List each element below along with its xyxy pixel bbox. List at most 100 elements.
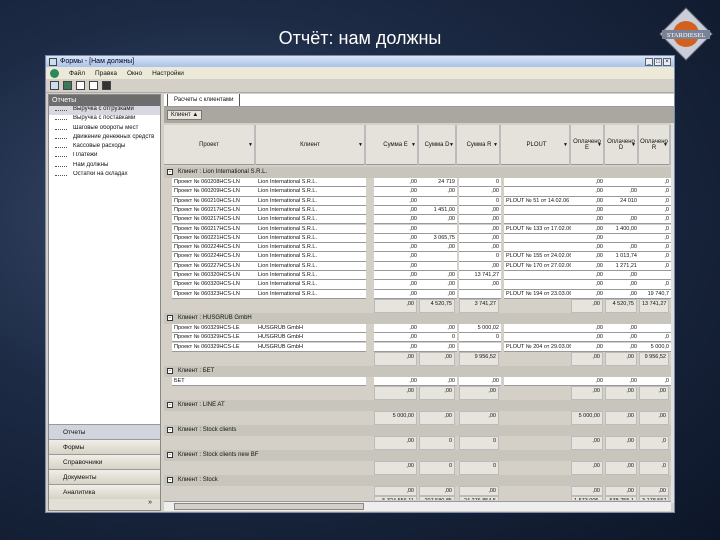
table-row[interactable]: Проект № 060210HCS-LN Lion International … [164, 196, 671, 206]
table-row[interactable]: Проект № 060217HCS-LN Lion International … [164, 224, 671, 234]
table-cell: ,00 [571, 233, 605, 244]
tree-item[interactable]: Шаговые обороты мест [49, 125, 160, 134]
total-cell: ,00 [374, 298, 417, 313]
table-row[interactable]: Проект № 060224HCS-LN Lion International … [164, 252, 671, 262]
maximize-button[interactable]: □ [654, 57, 662, 66]
nav-button[interactable]: Справочники [49, 454, 160, 469]
total-cell: 9 956,52 [459, 351, 499, 366]
table-cell: ,00 [374, 196, 419, 206]
table-cell: ,00 [374, 252, 419, 262]
table-row[interactable]: Проект № 060217HCS-LN Lion International … [164, 215, 671, 225]
report-area: Расчеты с клиентами Клиент ▲ Проект ▼ Клие… [164, 94, 674, 511]
total-cell: ,00 [571, 486, 603, 497]
dropdown-arrow-icon[interactable]: ▼ [597, 142, 602, 148]
grand-total-cell: 3 178 557, [639, 496, 669, 500]
dropdown-arrow-icon[interactable]: ▼ [358, 142, 363, 148]
table-cell: 0 [459, 333, 501, 343]
table-row[interactable]: Проект № 060329HCS-LE HUSGRUB GmbH ,00,00 P… [164, 342, 671, 352]
scroll-thumb[interactable] [174, 503, 364, 510]
table-cell: ,00 [459, 280, 501, 290]
nav-button[interactable]: Документы [49, 469, 160, 484]
group-row[interactable]: − Клиент : Stock [164, 475, 671, 487]
group-row[interactable]: − Клиент : Lion International S.R.L. [164, 167, 671, 178]
group-row[interactable]: − Клиент : LINE AT [164, 400, 671, 412]
nav-button[interactable]: Отчеты [49, 424, 160, 439]
table-row[interactable]: Проект № 060320HCS-LN Lion International … [164, 280, 671, 290]
minimize-button[interactable]: _ [645, 57, 653, 66]
tree-item[interactable]: Кассовые расходы [49, 143, 160, 152]
table-cell: ,00 [374, 376, 419, 387]
dropdown-arrow-icon[interactable]: ▼ [493, 142, 498, 148]
dropdown-arrow-icon[interactable]: ▼ [449, 142, 454, 148]
table-row[interactable]: Проект № 060221HCS-LN Lion International … [164, 233, 671, 244]
collapse-icon[interactable]: − [167, 477, 173, 484]
collapse-icon[interactable]: − [167, 427, 173, 434]
column-header[interactable]: Проект ▼ [164, 125, 256, 165]
nav-button[interactable]: Аналитика [49, 484, 160, 499]
data-grid: − Клиент : Lion International S.R.L. Проек… [164, 167, 671, 500]
table-cell: ,00 [374, 205, 419, 216]
table-row[interactable]: Проект № 060329HCS-LE HUSGRUB GmbH ,00 0 0,0… [164, 333, 671, 343]
column-header[interactable]: Сумма R ▼ [459, 125, 501, 165]
table-cell: Lion International S.R.L. [256, 271, 366, 281]
menu-settings[interactable]: Настройки [152, 70, 184, 77]
column-header[interactable]: Оплачено R ▼ [639, 125, 671, 165]
collapse-icon[interactable]: − [167, 314, 173, 321]
table-row[interactable]: Проект № 060323HCS-LN Lion International … [164, 289, 671, 299]
window-icon[interactable] [89, 81, 98, 90]
dropdown-arrow-icon[interactable]: ▼ [248, 142, 253, 148]
tree-item[interactable]: Остатки на складах [49, 171, 160, 180]
collapse-icon[interactable]: − [167, 169, 173, 175]
group-row[interactable]: − Клиент : HUSGRUB GmbH [164, 312, 671, 324]
column-header[interactable]: PLOUT ▼ [504, 125, 571, 165]
tree-item[interactable]: Выручка с поставками [49, 115, 160, 124]
table-cell: 0 [459, 252, 501, 262]
table-cell: 13 741,27 [459, 271, 501, 281]
table-row[interactable]: Проект № 060208HCS-LN Lion International … [164, 178, 671, 188]
table-row[interactable]: Проект № 060227HCS-LN Lion International … [164, 261, 671, 271]
tree-item[interactable]: Нам должны [49, 162, 160, 171]
group-row[interactable]: − Клиент : Stock clients [164, 425, 671, 437]
menu-file[interactable]: Файл [69, 70, 85, 77]
nav-button[interactable]: Формы [49, 439, 160, 454]
column-header[interactable]: Оплачено D ▼ [605, 125, 639, 165]
collapse-icon[interactable]: − [167, 452, 173, 459]
vertical-scrollbar[interactable] [671, 123, 674, 503]
close-button[interactable]: × [663, 57, 671, 66]
tree-item[interactable]: Выручка с отгрузками [49, 106, 160, 116]
menu-edit[interactable]: Правка [95, 70, 117, 77]
table-row[interactable]: Проект № 060217HCS-LN Lion International … [164, 205, 671, 216]
group-chip-client[interactable]: Клиент ▲ [167, 110, 203, 120]
tab-clients[interactable]: Расчеты с клиентами [167, 94, 241, 106]
table-row[interactable]: БЕТ ,00,00,00,00,00,0 [164, 376, 671, 387]
collapse-icon[interactable]: − [167, 402, 173, 409]
table-row[interactable]: Проект № 060329HCS-LE HUSGRUB GmbH ,00,00 5… [164, 323, 671, 334]
collapse-icon[interactable]: − [167, 367, 173, 374]
print-icon[interactable] [102, 81, 111, 90]
dropdown-arrow-icon[interactable]: ▼ [663, 142, 668, 148]
column-header[interactable]: Клиент ▼ [256, 125, 366, 165]
column-header[interactable]: Сумма E ▼ [374, 125, 419, 165]
table-cell: Проект № 060224HCS-LN [172, 252, 256, 262]
table-row[interactable]: Проект № 060320HCS-LN Lion International … [164, 271, 671, 281]
table-cell: Lion International S.R.L. [256, 215, 366, 225]
list-icon[interactable] [76, 81, 85, 90]
menu-window[interactable]: Окно [127, 70, 142, 77]
tree-item[interactable]: Платежи [49, 152, 160, 161]
nav-more-icon[interactable]: » [49, 499, 160, 510]
report-icon[interactable] [50, 81, 59, 90]
group-row[interactable]: − Клиент : БЕТ [164, 365, 671, 377]
dropdown-arrow-icon[interactable]: ▼ [631, 142, 636, 148]
tree-item[interactable]: Движение денежных средств [49, 134, 160, 143]
table-cell [605, 178, 639, 188]
grid-header: Проект ▼ Клиент ▼ Сумма E ▼ Сумма D ▼ Сумма R ▼ PL… [164, 125, 674, 165]
dropdown-arrow-icon[interactable]: ▼ [563, 142, 568, 148]
column-header[interactable]: Сумма D ▼ [419, 125, 457, 165]
dropdown-arrow-icon[interactable]: ▼ [411, 142, 416, 148]
horizontal-scrollbar[interactable] [164, 501, 671, 511]
chart-icon[interactable] [63, 81, 72, 90]
group-row[interactable]: − Клиент : Stock clients new BF [164, 450, 671, 462]
table-row[interactable]: Проект № 060224HCS-LN Lion International … [164, 243, 671, 253]
column-header[interactable]: Оплачено E ▼ [571, 125, 605, 165]
table-row[interactable]: Проект № 060209HCS-LN Lion International … [164, 187, 671, 197]
